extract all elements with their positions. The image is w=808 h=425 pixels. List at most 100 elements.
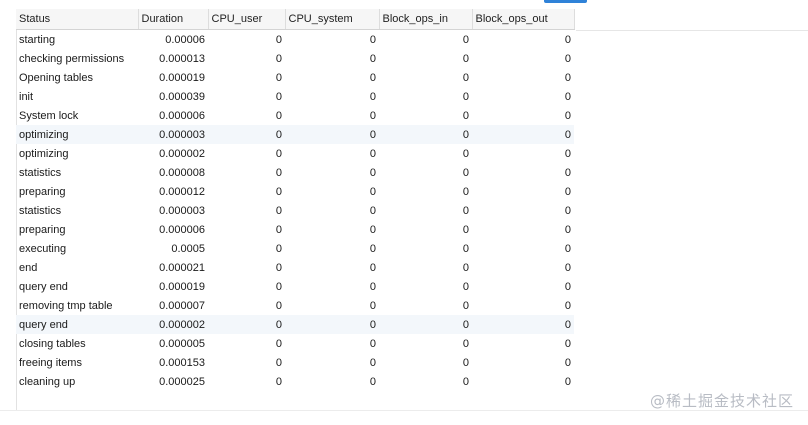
cell-duration[interactable]: 0.000005: [138, 334, 208, 353]
cell-block-ops-in[interactable]: 0: [379, 87, 472, 106]
cell-cpu-system[interactable]: 0: [285, 334, 379, 353]
cell-cpu-system[interactable]: 0: [285, 144, 379, 163]
cell-block-ops-in[interactable]: 0: [379, 277, 472, 296]
column-header-duration[interactable]: Duration: [138, 9, 209, 30]
cell-block-ops-out[interactable]: 0: [472, 163, 574, 182]
cell-cpu-user[interactable]: 0: [208, 30, 285, 50]
cell-duration[interactable]: 0.000003: [138, 201, 208, 220]
cell-block-ops-out[interactable]: 0: [472, 68, 574, 87]
cell-cpu-system[interactable]: 0: [285, 30, 379, 50]
cell-status[interactable]: closing tables: [16, 334, 138, 353]
cell-cpu-user[interactable]: 0: [208, 372, 285, 391]
cell-status[interactable]: executing: [16, 239, 138, 258]
cell-duration[interactable]: 0.000007: [138, 296, 208, 315]
column-header-block-ops-out[interactable]: Block_ops_out: [472, 9, 575, 30]
cell-block-ops-out[interactable]: 0: [472, 258, 574, 277]
cell-status[interactable]: optimizing: [16, 144, 138, 163]
cell-block-ops-in[interactable]: 0: [379, 296, 472, 315]
cell-block-ops-out[interactable]: 0: [472, 182, 574, 201]
cell-duration[interactable]: 0.00006: [138, 30, 208, 50]
table-row[interactable]: cleaning up 0.000025 0 0 0 0: [16, 372, 574, 391]
table-row[interactable]: statistics 0.000008 0 0 0 0: [16, 163, 574, 182]
cell-cpu-user[interactable]: 0: [208, 258, 285, 277]
cell-block-ops-in[interactable]: 0: [379, 239, 472, 258]
cell-duration[interactable]: 0.000013: [138, 49, 208, 68]
cell-block-ops-in[interactable]: 0: [379, 258, 472, 277]
cell-block-ops-out[interactable]: 0: [472, 353, 574, 372]
cell-cpu-system[interactable]: 0: [285, 125, 379, 144]
cell-duration[interactable]: 0.000025: [138, 372, 208, 391]
cell-block-ops-out[interactable]: 0: [472, 125, 574, 144]
column-header-cpu-system[interactable]: CPU_system: [285, 9, 380, 30]
cell-cpu-system[interactable]: 0: [285, 296, 379, 315]
cell-cpu-system[interactable]: 0: [285, 315, 379, 334]
cell-block-ops-out[interactable]: 0: [472, 277, 574, 296]
cell-cpu-user[interactable]: 0: [208, 87, 285, 106]
cell-duration[interactable]: 0.000002: [138, 315, 208, 334]
cell-block-ops-in[interactable]: 0: [379, 372, 472, 391]
table-row[interactable]: System lock 0.000006 0 0 0 0: [16, 106, 574, 125]
cell-cpu-user[interactable]: 0: [208, 353, 285, 372]
active-tab-indicator[interactable]: [544, 0, 587, 3]
cell-cpu-user[interactable]: 0: [208, 239, 285, 258]
cell-status[interactable]: preparing: [16, 182, 138, 201]
cell-block-ops-out[interactable]: 0: [472, 239, 574, 258]
cell-status[interactable]: cleaning up: [16, 372, 138, 391]
cell-block-ops-in[interactable]: 0: [379, 30, 472, 50]
cell-block-ops-in[interactable]: 0: [379, 68, 472, 87]
cell-duration[interactable]: 0.0005: [138, 239, 208, 258]
cell-cpu-user[interactable]: 0: [208, 49, 285, 68]
cell-cpu-system[interactable]: 0: [285, 106, 379, 125]
cell-cpu-system[interactable]: 0: [285, 353, 379, 372]
cell-duration[interactable]: 0.000008: [138, 163, 208, 182]
cell-cpu-user[interactable]: 0: [208, 334, 285, 353]
cell-status[interactable]: Opening tables: [16, 68, 138, 87]
cell-block-ops-out[interactable]: 0: [472, 315, 574, 334]
cell-cpu-system[interactable]: 0: [285, 201, 379, 220]
cell-cpu-system[interactable]: 0: [285, 68, 379, 87]
cell-block-ops-in[interactable]: 0: [379, 125, 472, 144]
table-row[interactable]: Opening tables 0.000019 0 0 0 0: [16, 68, 574, 87]
cell-cpu-system[interactable]: 0: [285, 49, 379, 68]
cell-status[interactable]: optimizing: [16, 125, 138, 144]
cell-status[interactable]: query end: [16, 277, 138, 296]
cell-block-ops-in[interactable]: 0: [379, 201, 472, 220]
cell-status[interactable]: removing tmp table: [16, 296, 138, 315]
cell-duration[interactable]: 0.000006: [138, 106, 208, 125]
cell-block-ops-out[interactable]: 0: [472, 296, 574, 315]
cell-status[interactable]: end: [16, 258, 138, 277]
table-row[interactable]: removing tmp table 0.000007 0 0 0 0: [16, 296, 574, 315]
cell-cpu-user[interactable]: 0: [208, 144, 285, 163]
cell-cpu-system[interactable]: 0: [285, 182, 379, 201]
results-grid[interactable]: Status Duration CPU_user CPU_system Bloc…: [0, 9, 808, 425]
table-row[interactable]: query end 0.000002 0 0 0 0: [16, 315, 574, 334]
table-row[interactable]: optimizing 0.000003 0 0 0 0: [16, 125, 574, 144]
table-row[interactable]: checking permissions 0.000013 0 0 0 0: [16, 49, 574, 68]
cell-block-ops-in[interactable]: 0: [379, 315, 472, 334]
cell-block-ops-out[interactable]: 0: [472, 30, 574, 50]
table-row[interactable]: closing tables 0.000005 0 0 0 0: [16, 334, 574, 353]
cell-cpu-user[interactable]: 0: [208, 315, 285, 334]
table-row[interactable]: preparing 0.000012 0 0 0 0: [16, 182, 574, 201]
cell-cpu-system[interactable]: 0: [285, 87, 379, 106]
cell-cpu-user[interactable]: 0: [208, 68, 285, 87]
cell-cpu-system[interactable]: 0: [285, 163, 379, 182]
cell-cpu-user[interactable]: 0: [208, 182, 285, 201]
cell-duration[interactable]: 0.000002: [138, 144, 208, 163]
table-row[interactable]: statistics 0.000003 0 0 0 0: [16, 201, 574, 220]
cell-block-ops-out[interactable]: 0: [472, 87, 574, 106]
cell-duration[interactable]: 0.000003: [138, 125, 208, 144]
table-row[interactable]: starting 0.00006 0 0 0 0: [16, 30, 574, 50]
cell-duration[interactable]: 0.000019: [138, 277, 208, 296]
cell-block-ops-in[interactable]: 0: [379, 49, 472, 68]
cell-status[interactable]: statistics: [16, 163, 138, 182]
cell-status[interactable]: starting: [16, 30, 138, 50]
cell-block-ops-out[interactable]: 0: [472, 220, 574, 239]
cell-block-ops-in[interactable]: 0: [379, 106, 472, 125]
cell-block-ops-in[interactable]: 0: [379, 182, 472, 201]
cell-block-ops-in[interactable]: 0: [379, 353, 472, 372]
table-row[interactable]: freeing items 0.000153 0 0 0 0: [16, 353, 574, 372]
cell-status[interactable]: statistics: [16, 201, 138, 220]
cell-cpu-user[interactable]: 0: [208, 220, 285, 239]
cell-cpu-user[interactable]: 0: [208, 296, 285, 315]
